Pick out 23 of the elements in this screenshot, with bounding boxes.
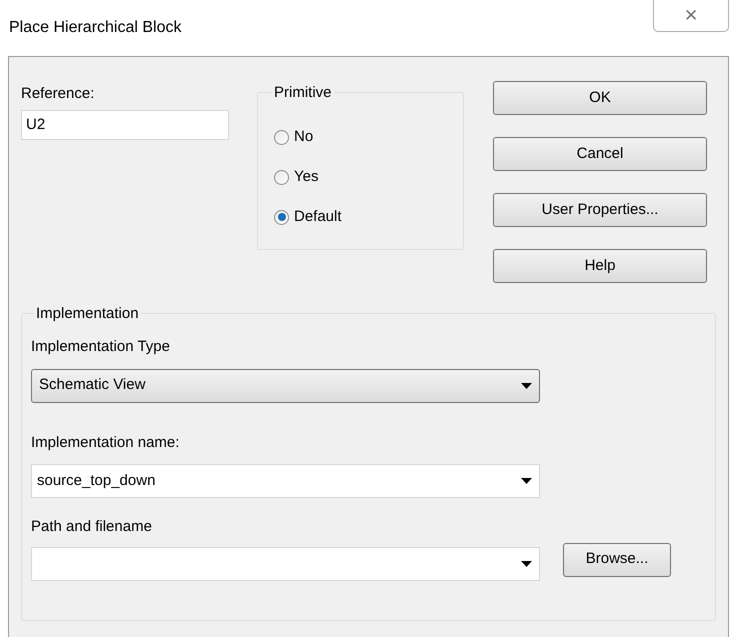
radio-button[interactable] [274, 210, 289, 224]
dropdown-caret-icon [521, 478, 532, 484]
radio-label: Default [294, 206, 342, 227]
dropdown-caret-icon [521, 382, 532, 388]
dialog-button[interactable]: Browse... [563, 542, 671, 576]
dialog-button[interactable]: OK [493, 81, 707, 115]
dialog-button[interactable]: User Properties... [493, 193, 707, 227]
reference-label: Reference: [21, 84, 96, 104]
type-dropdown[interactable]: Schematic View [31, 368, 540, 402]
reference-field[interactable]: U2 [21, 110, 229, 140]
dropdown-caret-icon [521, 560, 532, 566]
type-label: Implementation Type [31, 337, 170, 357]
name-combobox[interactable]: source_top_down [31, 464, 540, 498]
dialog-button[interactable]: Help [493, 249, 707, 283]
radio-label: No [294, 126, 314, 147]
radio-button[interactable] [274, 170, 289, 184]
dialog-button[interactable]: Cancel [493, 137, 707, 171]
radio-label: Yes [294, 166, 318, 187]
name-label: Implementation name: [31, 432, 180, 452]
path-label: Path and filename [31, 517, 152, 537]
close-button[interactable]: ✕ [653, 0, 729, 32]
radio-button[interactable] [274, 130, 289, 144]
window-title: Place Hierarchical Block [9, 18, 182, 38]
